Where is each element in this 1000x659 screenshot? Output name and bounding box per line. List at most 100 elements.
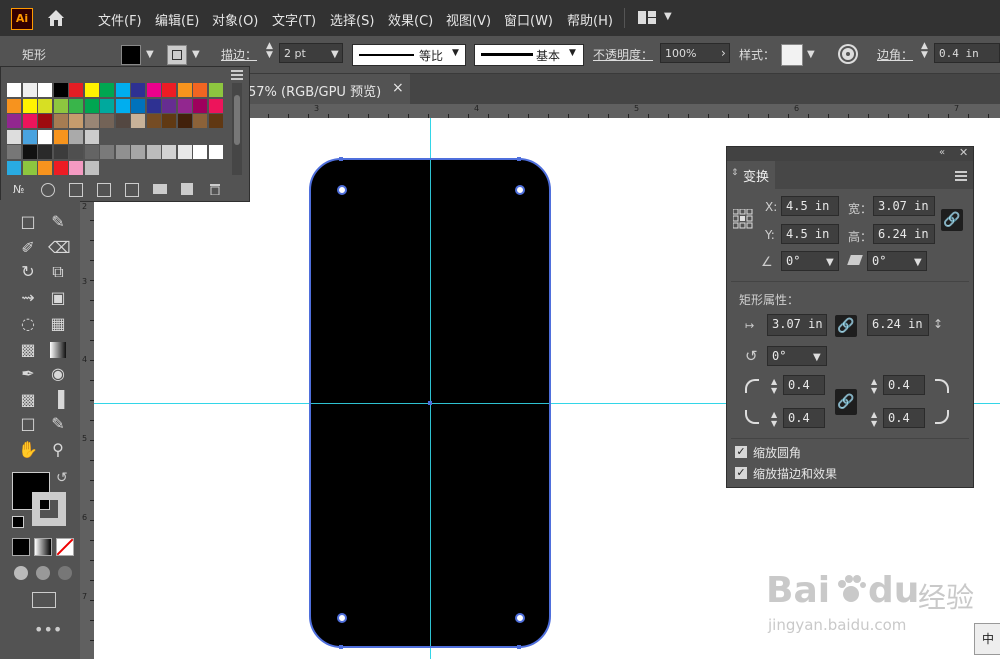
corner-tl-spinner-icon[interactable]: ▲ ▼ — [771, 377, 777, 395]
color-swatch[interactable] — [53, 83, 68, 97]
slice-tool-icon[interactable]: ✎ — [48, 414, 68, 434]
color-swatch[interactable] — [177, 145, 192, 159]
corner-widget[interactable] — [337, 185, 347, 195]
menu-select[interactable]: 选择(S) — [330, 10, 374, 29]
color-swatch[interactable] — [146, 83, 161, 97]
swap-colors-icon[interactable]: ↺ — [56, 470, 68, 486]
corner-label[interactable]: 边角： — [877, 46, 913, 63]
ime-badge[interactable]: 中 — [974, 623, 1000, 655]
screen-mode-icon[interactable] — [32, 592, 56, 608]
color-swatch[interactable] — [38, 129, 52, 144]
chevron-down-icon[interactable]: ▼ — [146, 49, 154, 60]
workspace-layout-icon[interactable] — [638, 11, 656, 24]
color-swatch[interactable] — [53, 129, 68, 144]
paintbrush-tool-icon[interactable]: ✎ — [48, 212, 68, 232]
color-swatch[interactable] — [84, 160, 99, 175]
width-field[interactable]: 3.07 in — [873, 196, 935, 216]
document-tab[interactable]: 57% (RGB/GPU 预览) × — [248, 74, 410, 104]
color-swatch[interactable] — [69, 160, 83, 175]
menu-object[interactable]: 对象(O) — [212, 10, 258, 29]
draw-normal-icon[interactable] — [14, 566, 28, 580]
rect-link-icon[interactable]: 🔗 — [835, 315, 857, 337]
stroke-color-box[interactable] — [32, 492, 66, 526]
color-swatch[interactable] — [131, 83, 145, 97]
gradient-mode-icon[interactable] — [34, 538, 52, 556]
color-swatch[interactable] — [162, 98, 176, 113]
color-swatch[interactable] — [53, 160, 68, 175]
chevron-down-icon[interactable]: ▼ — [826, 257, 834, 268]
width-tool-icon[interactable]: ⇝ — [18, 288, 38, 308]
color-swatch[interactable] — [38, 83, 52, 97]
anchor-point[interactable] — [339, 157, 343, 161]
anchor-point[interactable] — [428, 401, 432, 405]
color-swatch[interactable] — [7, 114, 21, 128]
color-swatch[interactable] — [53, 98, 68, 113]
color-swatch[interactable] — [84, 129, 99, 144]
rect-height-field[interactable]: 6.24 in — [867, 314, 929, 336]
color-swatch[interactable] — [7, 98, 21, 113]
color-swatch[interactable] — [115, 114, 130, 128]
style-swatch[interactable] — [781, 44, 803, 66]
variable-width-profile[interactable]: 等比 ▼ — [352, 44, 466, 66]
shape-builder-tool-icon[interactable]: ◌ — [18, 314, 38, 334]
color-swatch[interactable] — [22, 83, 37, 97]
hand-tool-icon[interactable]: ✋ — [18, 440, 38, 460]
place-swatch-icon[interactable] — [69, 183, 83, 197]
close-panel-icon[interactable]: ✕ — [959, 146, 968, 159]
color-swatch[interactable] — [38, 114, 52, 128]
shaper-tool-icon[interactable]: ✐ — [18, 238, 38, 258]
x-field[interactable]: 4.5 in — [781, 196, 839, 216]
chevron-down-icon[interactable]: ▼ — [807, 49, 815, 60]
scale-strokes-checkbox[interactable]: ✓ — [735, 467, 747, 479]
rect-width-field[interactable]: 3.07 in — [767, 314, 827, 336]
color-swatch[interactable] — [131, 145, 145, 159]
menu-effect[interactable]: 效果(C) — [388, 10, 433, 29]
corner-widget[interactable] — [515, 613, 525, 623]
corner-spinner-icon[interactable]: ▲ ▼ — [921, 42, 928, 60]
default-colors-icon[interactable] — [12, 516, 24, 528]
column-graph-tool-icon[interactable]: ▐ — [48, 390, 68, 410]
mesh-tool-icon[interactable]: ▩ — [18, 340, 38, 360]
color-swatch[interactable] — [38, 98, 52, 113]
stroke-spinner-icon[interactable]: ▲ ▼ — [266, 42, 273, 60]
color-swatch[interactable] — [69, 98, 83, 113]
color-swatch[interactable] — [115, 145, 130, 159]
chevron-right-icon[interactable]: › — [721, 46, 726, 60]
color-swatch[interactable] — [115, 98, 130, 113]
trash-icon[interactable] — [209, 183, 221, 196]
corner-br-spinner-icon[interactable]: ▲ ▼ — [871, 410, 877, 428]
gradient-tool-icon[interactable] — [48, 340, 68, 360]
color-swatch[interactable] — [22, 98, 37, 113]
chevron-down-icon[interactable]: ▼ — [813, 352, 821, 363]
menu-file[interactable]: 文件(F) — [98, 10, 142, 29]
color-swatch[interactable] — [53, 114, 68, 128]
corner-bl-field[interactable]: 0.4 in — [783, 408, 825, 428]
corner-link-icon[interactable]: 🔗 — [835, 389, 857, 415]
zoom-tool-icon[interactable]: ⚲ — [48, 440, 68, 460]
panel-menu-icon[interactable] — [955, 170, 967, 181]
color-swatch[interactable] — [22, 160, 37, 175]
fill-swatch[interactable] — [121, 45, 141, 65]
artboard-tool-icon[interactable]: □ — [18, 414, 38, 434]
rectangle-tool-icon[interactable]: □ — [18, 212, 38, 232]
color-swatch[interactable] — [208, 114, 223, 128]
anchor-point[interactable] — [517, 645, 521, 649]
y-field[interactable]: 4.5 in — [781, 224, 839, 244]
color-swatch[interactable] — [7, 83, 21, 97]
vertical-ruler[interactable]: 2 3 4 5 6 7 — [80, 200, 94, 659]
color-swatch[interactable] — [69, 83, 83, 97]
color-swatch[interactable] — [146, 114, 161, 128]
rotate-tool-icon[interactable]: ↻ — [18, 262, 38, 282]
corner-tr-spinner-icon[interactable]: ▲ ▼ — [871, 377, 877, 395]
color-swatch[interactable] — [84, 98, 99, 113]
corner-tr-field[interactable]: 0.4 in — [883, 375, 925, 395]
corner-widget[interactable] — [337, 613, 347, 623]
color-swatch[interactable] — [22, 129, 37, 144]
color-swatch[interactable] — [177, 83, 192, 97]
color-swatch[interactable] — [177, 98, 192, 113]
color-swatch[interactable] — [100, 98, 114, 113]
brush-definition[interactable]: 基本 ▼ — [474, 44, 584, 66]
corner-br-field[interactable]: 0.4 in — [883, 408, 925, 428]
swatch-grid[interactable] — [7, 83, 227, 175]
home-icon[interactable] — [46, 8, 66, 28]
